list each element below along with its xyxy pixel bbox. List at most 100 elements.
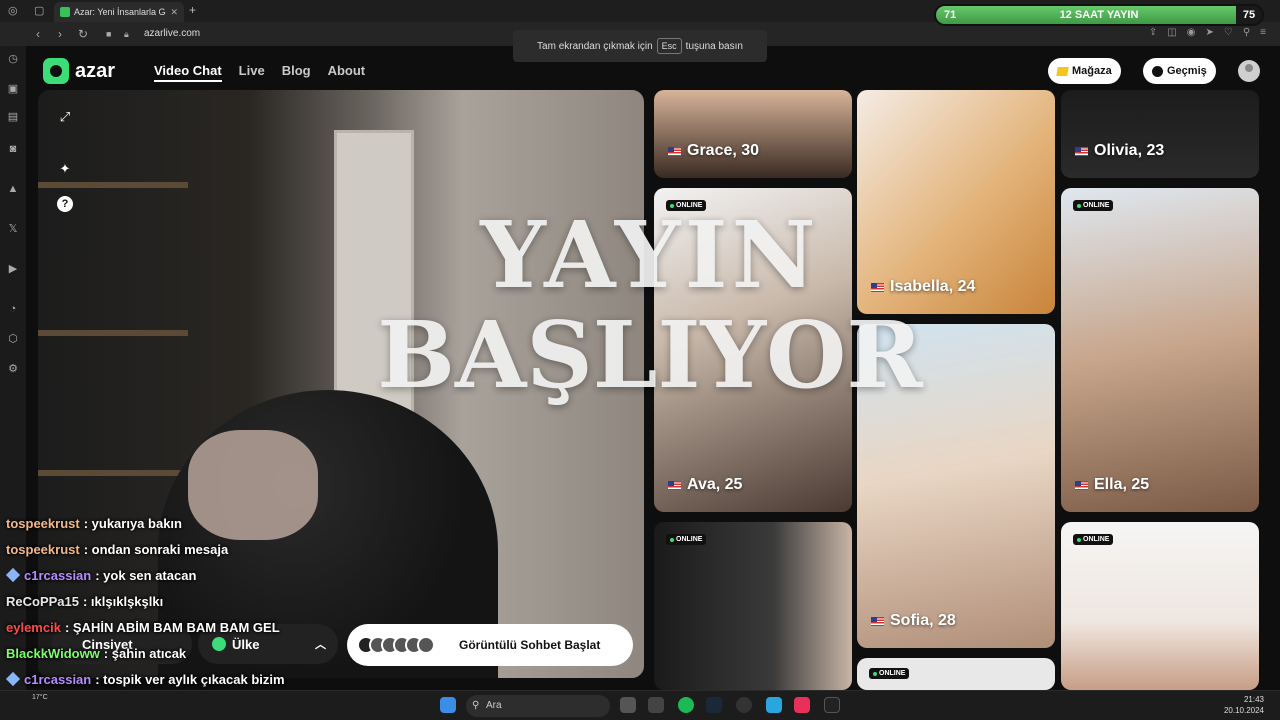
instagram-icon[interactable]: ◙ xyxy=(6,142,20,156)
us-flag-icon xyxy=(871,282,884,292)
settings-icon[interactable]: ⚙ xyxy=(6,362,20,376)
online-badge: ONLINE xyxy=(869,668,910,679)
cube-icon[interactable]: ⬡ xyxy=(6,332,20,346)
search-placeholder: Ara xyxy=(486,700,502,711)
start-menu-icon[interactable] xyxy=(440,697,456,713)
chat-text: : ondan sonraki mesaja xyxy=(83,542,229,557)
start-button-label: Görüntülü Sohbet Başlat xyxy=(459,638,601,652)
chat-text: : tospik ver aylık çıkacak bizim xyxy=(95,672,285,687)
azar-favicon-icon xyxy=(60,7,70,17)
shelf xyxy=(38,470,188,476)
opera-icon[interactable] xyxy=(794,697,810,713)
progress-label: 12 SAAT YAYIN xyxy=(1059,9,1139,21)
history-button[interactable]: Geçmiş xyxy=(1143,58,1216,84)
back-icon[interactable]: ‹ xyxy=(36,27,40,41)
chat-username: c1rcassian xyxy=(24,568,92,583)
chat-text: : şahin atıcak xyxy=(103,646,187,661)
browser-tab[interactable]: Azar: Yeni İnsanlarla Görün ✕ xyxy=(54,2,184,22)
nav-blog[interactable]: Blog xyxy=(282,63,311,82)
workspaces-icon[interactable]: ▢ xyxy=(34,4,44,17)
steam-icon[interactable] xyxy=(706,697,722,713)
shelf xyxy=(38,330,188,336)
menu-icon[interactable]: ≡ xyxy=(1260,27,1266,38)
chat-message: c1rcassian: yok sen atacan xyxy=(5,566,316,592)
chat-username: BlackkWidoww xyxy=(6,646,100,661)
profile-name-text: Grace, 30 xyxy=(687,142,760,159)
bag-icon[interactable]: ▣ xyxy=(6,82,20,96)
spotify-icon[interactable] xyxy=(678,697,694,713)
gem-icon xyxy=(1056,66,1069,76)
profile-card[interactable]: Sofia, 28 xyxy=(857,324,1055,648)
subscriber-badge-icon xyxy=(5,671,21,687)
epic-games-icon[interactable] xyxy=(824,697,840,713)
camera-icon[interactable]: ◉ xyxy=(1187,27,1196,38)
lock-icon[interactable]: 🔒︎ xyxy=(124,29,129,40)
screenshot-icon[interactable]: ◫ xyxy=(1167,27,1176,38)
system-tray[interactable]: 21:43 20.10.2024 xyxy=(1224,694,1264,716)
weather-widget[interactable]: 17°C xyxy=(32,694,48,701)
nav-live[interactable]: Live xyxy=(239,63,265,82)
arc-icon[interactable]: ▲ xyxy=(6,182,20,196)
speed-dial-icon[interactable]: ◷ xyxy=(6,52,20,66)
share-icon[interactable]: ⇪ xyxy=(1149,27,1157,38)
app-icon[interactable] xyxy=(736,697,752,713)
clock-icon xyxy=(1152,65,1163,77)
store-button[interactable]: Mağaza xyxy=(1048,58,1121,84)
chat-message: tospeekrust: ondan sonraki mesaja xyxy=(6,540,316,566)
us-flag-icon xyxy=(871,616,884,626)
shelf xyxy=(38,182,188,188)
chevron-up-icon: ︿ xyxy=(315,639,326,651)
help-icon[interactable]: ? xyxy=(56,194,74,212)
online-badge: ONLINE xyxy=(666,534,707,545)
chat-message: eylemcik: ŞAHİN ABİM BAM BAM BAM GEL xyxy=(6,618,316,644)
nav-about[interactable]: About xyxy=(328,63,366,82)
start-video-chat-button[interactable]: Görüntülü Sohbet Başlat xyxy=(347,624,633,666)
chat-username: tospeekrust xyxy=(6,542,80,557)
send-icon[interactable]: ➤ xyxy=(1205,27,1213,38)
azar-logo[interactable]: azar xyxy=(43,58,115,84)
profile-name: Olivia, 23 xyxy=(1075,142,1164,160)
logo-text: azar xyxy=(75,59,116,82)
profile-card[interactable]: ONLINE xyxy=(654,522,852,690)
us-flag-icon xyxy=(668,146,681,156)
profile-card[interactable]: Grace, 30 xyxy=(654,90,852,178)
tab-title: Azar: Yeni İnsanlarla Görün xyxy=(74,7,166,17)
browser-menu-icon[interactable]: ◎ xyxy=(8,4,18,17)
profile-icon[interactable]: ⚲ xyxy=(1243,27,1250,38)
heart-icon[interactable]: ♡ xyxy=(1224,27,1233,38)
profile-name-text: Olivia, 23 xyxy=(1094,142,1165,159)
effects-sparkle-icon[interactable]: ✦ xyxy=(56,160,74,178)
history-label: Geçmiş xyxy=(1167,65,1207,77)
close-tab-icon[interactable]: ✕ xyxy=(170,7,178,18)
url-field[interactable]: azarlive.com xyxy=(144,28,200,39)
reload-icon[interactable]: ↻ xyxy=(78,27,88,41)
camera-permission-icon[interactable]: ■ xyxy=(106,29,111,39)
online-badge: ONLINE xyxy=(1073,534,1114,545)
profile-card[interactable]: ONLINE xyxy=(1061,522,1259,690)
chat-message: tospeekrust: yukarıya bakın xyxy=(6,514,316,540)
taskbar-search[interactable]: ⚲ Ara xyxy=(466,695,610,717)
profile-name-text: Ella, 25 xyxy=(1094,476,1150,493)
profile-card[interactable]: ONLINE Ella, 25 xyxy=(1061,188,1259,512)
history-icon[interactable]: ◔ xyxy=(6,302,20,316)
x-icon[interactable]: 𝕏 xyxy=(6,222,20,236)
forward-icon[interactable]: › xyxy=(58,27,62,41)
background-door xyxy=(334,130,414,430)
profile-name: Sofia, 28 xyxy=(871,612,956,630)
avatar[interactable] xyxy=(1238,60,1260,82)
nav-video-chat[interactable]: Video Chat xyxy=(154,63,222,82)
chat-username: c1rcassian xyxy=(24,672,92,687)
profile-card[interactable]: ONLINE Ava, 25 xyxy=(654,188,852,512)
task-view-icon[interactable] xyxy=(620,697,636,713)
stream-progress-bar: 71 12 SAAT YAYIN 75 xyxy=(934,4,1264,26)
widgets-icon[interactable] xyxy=(648,697,664,713)
twitch-icon[interactable]: ▤ xyxy=(6,110,20,124)
expand-icon[interactable]: ⤢ xyxy=(56,108,74,126)
profile-name-text: Sofia, 28 xyxy=(890,612,956,629)
profile-card[interactable]: ONLINE xyxy=(857,658,1055,690)
skype-icon[interactable] xyxy=(766,697,782,713)
play-icon[interactable]: ▶ xyxy=(6,262,20,276)
profile-card[interactable]: Olivia, 23 xyxy=(1061,90,1259,178)
new-tab-icon[interactable]: + xyxy=(189,3,196,17)
profile-card[interactable]: Isabella, 24 xyxy=(857,90,1055,314)
